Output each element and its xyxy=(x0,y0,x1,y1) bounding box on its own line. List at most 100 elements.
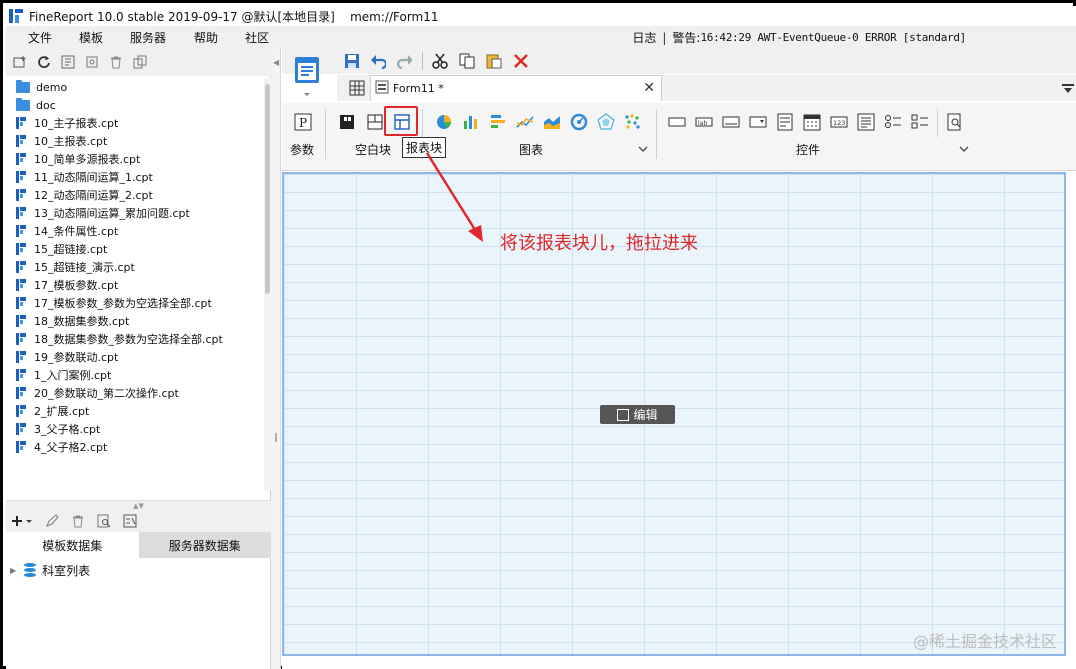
dataset-tree-item[interactable]: ▶ 科室列表 xyxy=(6,560,271,580)
grid-view-icon[interactable] xyxy=(349,80,365,96)
widget-expand-icon[interactable] xyxy=(959,143,969,157)
file-label: 18_数据集参数.cpt xyxy=(34,315,130,328)
tab-server-dataset[interactable]: 服务器数据集 xyxy=(138,532,271,558)
cpt-file-icon xyxy=(16,171,26,183)
lock-template-icon[interactable] xyxy=(84,54,100,70)
file-label: 14_条件属性.cpt xyxy=(34,225,119,238)
template-file-item[interactable]: 2_扩展.cpt xyxy=(6,402,264,420)
copy-icon[interactable] xyxy=(459,53,475,69)
menu-server[interactable]: 服务器 xyxy=(130,29,166,46)
template-file-item[interactable]: 10_主子报表.cpt xyxy=(6,114,264,132)
folder-icon xyxy=(16,79,30,93)
folder-item[interactable]: demo xyxy=(6,78,264,96)
file-label: 10_主子报表.cpt xyxy=(34,117,119,130)
edit-button[interactable]: 编辑 xyxy=(600,405,675,424)
template-file-item[interactable]: 15_超链接.cpt xyxy=(6,240,264,258)
edit-dataset-icon[interactable] xyxy=(44,513,60,529)
textarea-widget-icon[interactable] xyxy=(857,113,875,131)
template-file-item[interactable]: 10_主报表.cpt xyxy=(6,132,264,150)
tab-block-icon[interactable] xyxy=(366,113,384,131)
delete-icon[interactable] xyxy=(108,54,124,70)
list-widget-icon[interactable] xyxy=(776,113,794,131)
parameter-icon[interactable]: P xyxy=(294,113,312,131)
template-file-item[interactable]: 11_动态隔间运算_1.cpt xyxy=(6,168,264,186)
radio-group-widget-icon[interactable] xyxy=(884,113,902,131)
menu-template[interactable]: 模板 xyxy=(79,29,103,46)
copy-icon[interactable] xyxy=(132,54,148,70)
undo-icon[interactable] xyxy=(370,53,386,69)
label-widget-icon[interactable] xyxy=(668,113,686,131)
cut-icon[interactable] xyxy=(432,53,448,69)
file-label: 4_父子格2.cpt xyxy=(34,441,108,454)
template-toolbar xyxy=(6,48,271,76)
title-bar: FineReport 10.0 stable 2019-09-17 @默认[本地… xyxy=(6,6,1076,26)
panel-splitter[interactable]: ▲▼ xyxy=(6,500,271,510)
menu-help[interactable]: 帮助 xyxy=(194,29,218,46)
delete-element-icon[interactable] xyxy=(513,53,529,69)
template-file-item[interactable]: 18_数据集参数_参数为空选择全部.cpt xyxy=(6,330,264,348)
status-area: 日志 | 警告: 16:42:29 AWT-EventQueue-0 ERROR… xyxy=(632,29,966,46)
folder-item[interactable]: doc xyxy=(6,96,264,114)
save-icon[interactable] xyxy=(344,53,360,69)
log-link[interactable]: 日志 xyxy=(632,29,656,46)
panel-divider[interactable]: ◀ || xyxy=(271,48,281,669)
tab-menu-icon[interactable] xyxy=(1062,83,1074,97)
template-file-item[interactable]: 20_参数联动_第二次操作.cpt xyxy=(6,384,264,402)
template-file-item[interactable]: 13_动态隔间运算_累加问题.cpt xyxy=(6,204,264,222)
template-type-icon[interactable] xyxy=(293,55,323,101)
database-icon xyxy=(24,563,37,577)
template-file-item[interactable]: 18_数据集参数.cpt xyxy=(6,312,264,330)
cpt-file-icon xyxy=(16,405,26,417)
template-file-item[interactable]: 15_超链接_演示.cpt xyxy=(6,258,264,276)
template-file-item[interactable]: 19_参数联动.cpt xyxy=(6,348,264,366)
template-info-icon[interactable] xyxy=(60,54,76,70)
gauge-chart-icon[interactable] xyxy=(570,113,588,131)
expand-arrow-icon[interactable]: ▶ xyxy=(10,566,16,575)
dataset-params-icon[interactable] xyxy=(122,513,138,529)
line-chart-icon[interactable] xyxy=(516,113,534,131)
paste-icon[interactable] xyxy=(486,53,502,69)
redo-icon[interactable] xyxy=(396,53,412,69)
template-file-item[interactable]: 4_父子格2.cpt xyxy=(6,438,264,456)
radar-chart-icon[interactable] xyxy=(597,113,615,131)
scatter-chart-icon[interactable] xyxy=(624,113,642,131)
close-tab-icon[interactable]: ✕ xyxy=(643,80,655,96)
column-chart-icon[interactable] xyxy=(462,113,480,131)
checkbox-group-widget-icon[interactable] xyxy=(911,113,929,131)
template-file-item[interactable]: 1_入门案例.cpt xyxy=(6,366,264,384)
pie-chart-icon[interactable] xyxy=(435,113,453,131)
tab-strip: Form11 * ✕ xyxy=(337,75,1076,101)
delete-dataset-icon[interactable] xyxy=(70,513,86,529)
preview-dataset-icon[interactable] xyxy=(96,513,112,529)
template-file-item[interactable]: 12_动态隔间运算_2.cpt xyxy=(6,186,264,204)
tab-label: Form11 * xyxy=(393,82,444,95)
refresh-icon[interactable] xyxy=(36,54,52,70)
tab-template-dataset[interactable]: 模板数据集 xyxy=(6,532,139,558)
new-folder-icon[interactable] xyxy=(12,54,28,70)
template-file-item[interactable]: 3_父子格.cpt xyxy=(6,420,264,438)
chart-expand-icon[interactable] xyxy=(638,143,648,157)
text-widget-icon[interactable]: lab xyxy=(695,113,713,131)
template-file-item[interactable]: 17_模板参数_参数为空选择全部.cpt xyxy=(6,294,264,312)
menu-community[interactable]: 社区 xyxy=(245,29,269,46)
template-file-item[interactable]: 14_条件属性.cpt xyxy=(6,222,264,240)
menu-file[interactable]: 文件 xyxy=(28,29,52,46)
combo-widget-icon[interactable] xyxy=(749,113,767,131)
template-file-item[interactable]: 10_简单多源报表.cpt xyxy=(6,150,264,168)
absolute-block-icon[interactable] xyxy=(338,113,356,131)
template-file-item[interactable]: 17_模板参数.cpt xyxy=(6,276,264,294)
collapse-left-icon[interactable]: ◀ xyxy=(273,58,279,67)
date-widget-icon[interactable] xyxy=(803,113,821,131)
form-tab-icon xyxy=(375,80,389,97)
tab-form11[interactable]: Form11 * ✕ xyxy=(370,75,662,101)
file-list-scrollbar[interactable] xyxy=(264,78,271,490)
button-widget-icon[interactable] xyxy=(722,113,740,131)
area-chart-icon[interactable] xyxy=(543,113,561,131)
group-label-blank: 空白块 xyxy=(355,143,392,157)
search-widget-icon[interactable] xyxy=(946,113,964,131)
template-file-list: demo doc 10_主子报表.cpt 10_主报表.cpt 10_简单多源报表.… xyxy=(6,78,264,490)
file-label: 19_参数联动.cpt xyxy=(34,351,119,364)
number-widget-icon[interactable]: 123 xyxy=(830,113,848,131)
add-dataset-icon[interactable] xyxy=(10,513,34,529)
bar-chart-icon[interactable] xyxy=(489,113,507,131)
